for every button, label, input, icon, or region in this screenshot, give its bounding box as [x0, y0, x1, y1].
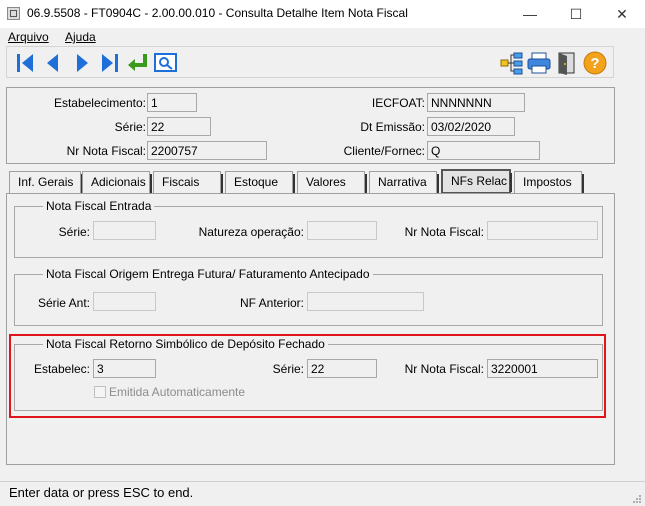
nf-retorno-serie-label: Série:	[272, 362, 304, 376]
svg-text:?: ?	[590, 55, 599, 72]
prev-record-icon[interactable]	[40, 50, 66, 76]
tab-estoque[interactable]: Estoque	[225, 171, 295, 193]
nr-nota-fiscal-label: Nr Nota Fiscal:	[66, 144, 146, 158]
nf-entrada-serie-field[interactable]	[93, 221, 156, 240]
emitida-automaticamente-checkbox[interactable]	[94, 386, 106, 398]
cliente-fornec-label: Cliente/Fornec:	[343, 144, 425, 158]
menu-bar: Arquivo Ajuda	[0, 28, 645, 46]
tab-adicionais[interactable]: Adicionais	[82, 171, 152, 193]
natureza-operacao-label: Natureza operação:	[198, 225, 304, 239]
last-record-icon[interactable]	[97, 50, 123, 76]
nf-retorno-title: Nota Fiscal Retorno Simbólico de Depósit…	[43, 337, 328, 351]
app-icon	[7, 7, 20, 20]
estabelecimento-label: Estabelecimento:	[53, 96, 146, 110]
maximize-button[interactable]: ☐	[553, 0, 599, 28]
toolbar: ?	[6, 46, 614, 78]
close-button[interactable]: ✕	[599, 0, 645, 28]
dt-emissao-field[interactable]: 03/02/2020	[427, 117, 515, 136]
nr-nota-fiscal-field[interactable]: 2200757	[147, 141, 267, 160]
natureza-operacao-field[interactable]	[307, 221, 377, 240]
menu-ajuda-label: Ajuda	[65, 30, 96, 44]
tab-narrativa[interactable]: Narrativa	[369, 171, 439, 193]
goto-icon[interactable]	[125, 50, 151, 76]
tab-nfs-relac[interactable]: NFs Relac	[441, 169, 512, 194]
menu-ajuda[interactable]: Ajuda	[65, 30, 96, 44]
iecfoat-label: IECFOAT:	[371, 96, 425, 110]
nf-retorno-nr-label: Nr Nota Fiscal:	[404, 362, 484, 376]
tab-impostos[interactable]: Impostos	[514, 171, 584, 193]
dt-emissao-label: Dt Emissão:	[360, 120, 425, 134]
estabelec-label: Estabelec:	[33, 362, 90, 376]
tab-fiscais[interactable]: Fiscais	[153, 171, 223, 193]
next-record-icon[interactable]	[69, 50, 95, 76]
emitida-automaticamente-label: Emitida Automaticamente	[109, 385, 246, 399]
nf-retorno-nr-field[interactable]: 3220001	[487, 359, 598, 378]
print-icon[interactable]	[526, 50, 552, 76]
nf-anterior-label: NF Anterior:	[239, 296, 304, 310]
window-title: 06.9.5508 - FT0904C - 2.00.00.010 - Cons…	[27, 6, 408, 20]
iecfoat-field[interactable]: NNNNNNN	[427, 93, 525, 112]
serie-field[interactable]: 22	[147, 117, 211, 136]
tree-icon[interactable]	[499, 50, 525, 76]
nf-entrada-serie-label: Série:	[58, 225, 90, 239]
title-bar: 06.9.5508 - FT0904C - 2.00.00.010 - Cons…	[0, 0, 645, 29]
nf-entrada-nr-field[interactable]	[487, 221, 598, 240]
tab-inf-gerais[interactable]: Inf. Gerais	[9, 171, 83, 193]
cliente-fornec-field[interactable]: Q	[427, 141, 540, 160]
resize-grip-icon[interactable]	[630, 492, 642, 504]
nf-anterior-field[interactable]	[307, 292, 424, 311]
nf-entrada-nr-label: Nr Nota Fiscal:	[404, 225, 484, 239]
estabelec-field[interactable]: 3	[93, 359, 156, 378]
minimize-button[interactable]: —	[507, 0, 553, 28]
tab-valores[interactable]: Valores	[297, 171, 367, 193]
nf-entrada-title: Nota Fiscal Entrada	[43, 199, 155, 213]
nf-retorno-serie-field[interactable]: 22	[307, 359, 377, 378]
estabelecimento-field[interactable]: 1	[147, 93, 197, 112]
serie-ant-field[interactable]	[93, 292, 156, 311]
exit-icon[interactable]	[554, 50, 580, 76]
menu-arquivo-label: Arquivo	[8, 30, 49, 44]
first-record-icon[interactable]	[13, 50, 39, 76]
search-icon[interactable]	[153, 50, 179, 76]
serie-ant-label: Série Ant:	[37, 296, 90, 310]
help-icon[interactable]: ?	[582, 50, 608, 76]
serie-label: Série:	[114, 120, 146, 134]
status-text: Enter data or press ESC to end.	[9, 485, 194, 500]
menu-arquivo[interactable]: Arquivo	[8, 30, 49, 44]
nf-origem-title: Nota Fiscal Origem Entrega Futura/ Fatur…	[43, 267, 373, 281]
